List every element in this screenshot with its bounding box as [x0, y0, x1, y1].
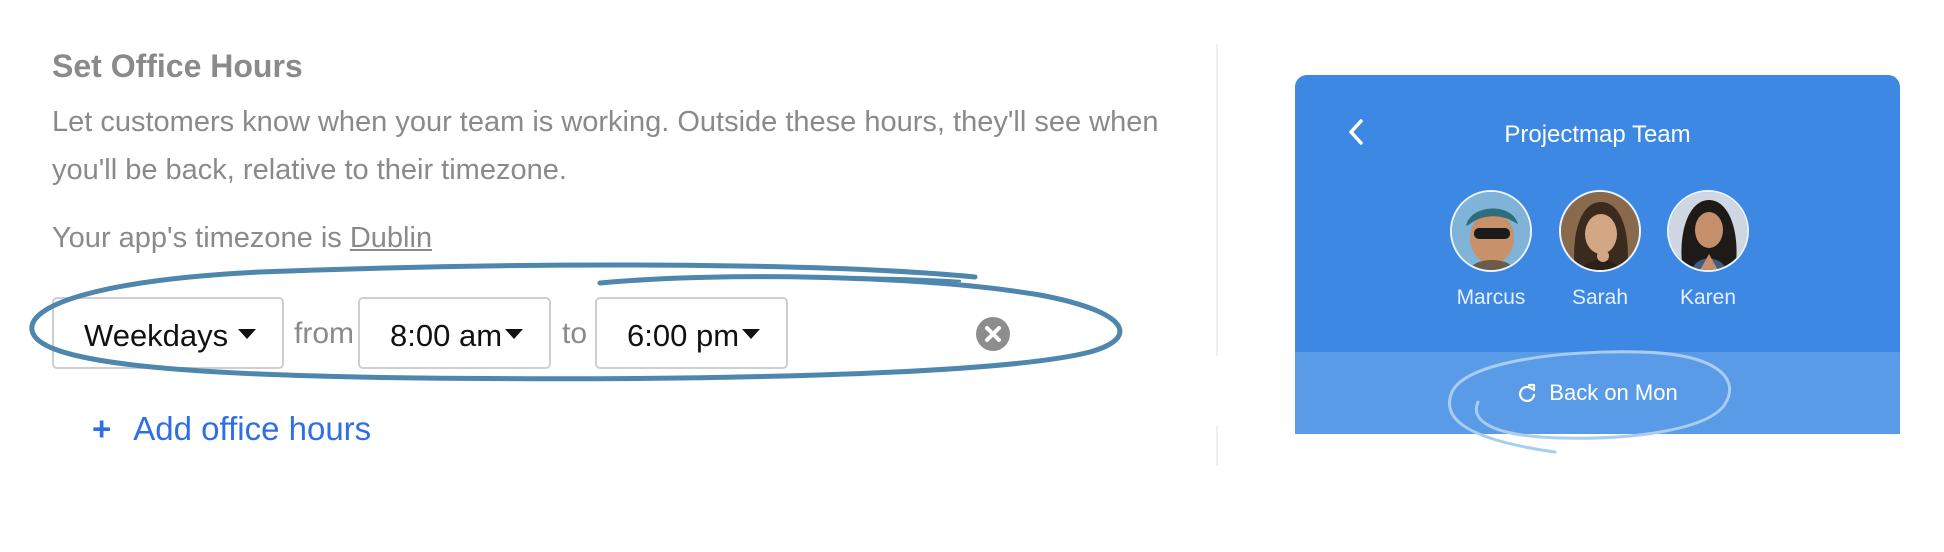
status-strip: Back on Mon — [1295, 352, 1900, 434]
member-name: Marcus — [1456, 286, 1526, 309]
start-time-select[interactable]: 8:00 am — [358, 297, 551, 369]
remove-circle-icon[interactable] — [976, 317, 1010, 351]
timezone-line: Your app's timezone is Dublin — [52, 222, 432, 255]
avatar — [1667, 190, 1749, 272]
add-office-hours-link[interactable]: + Add office hours — [92, 410, 371, 448]
refresh-icon — [1517, 383, 1537, 409]
member-name: Sarah — [1571, 286, 1629, 309]
from-label: from — [294, 317, 354, 350]
end-time-value: 6:00 pm — [627, 318, 740, 353]
section-divider — [1216, 44, 1218, 356]
avatar — [1559, 190, 1641, 272]
office-hours-canvas: Set Office Hours Let customers know when… — [0, 0, 1944, 552]
caret-down-icon — [238, 329, 256, 339]
caret-down-icon — [742, 329, 760, 339]
team-member: Sarah — [1545, 190, 1655, 310]
back-status: Back on Mon — [1295, 380, 1900, 409]
member-name: Karen — [1679, 286, 1737, 309]
page-title: Set Office Hours — [52, 48, 303, 84]
team-member: Marcus — [1436, 190, 1546, 310]
avatar — [1450, 190, 1532, 272]
section-divider — [1216, 426, 1218, 466]
to-label: to — [562, 317, 588, 350]
days-select-value: Weekdays — [84, 318, 229, 353]
days-select[interactable]: Weekdays — [52, 297, 284, 369]
team-name: Projectmap Team — [1504, 121, 1691, 148]
timezone-prefix: Your app's timezone is — [52, 222, 350, 254]
team-member: Karen — [1653, 190, 1763, 310]
timezone-link[interactable]: Dublin — [350, 222, 432, 254]
start-time-value: 8:00 am — [390, 318, 503, 353]
add-office-hours-label: Add office hours — [133, 410, 372, 447]
conversation-area — [1295, 434, 1900, 477]
caret-down-icon — [505, 329, 523, 339]
messenger-preview: Projectmap Team Marcus Sarah Karen Back … — [1295, 75, 1900, 477]
back-status-text: Back on Mon — [1549, 380, 1678, 405]
settings-description: Let customers know when your team is wor… — [52, 106, 1159, 186]
plus-icon: + — [92, 410, 112, 447]
end-time-select[interactable]: 6:00 pm — [595, 297, 788, 369]
